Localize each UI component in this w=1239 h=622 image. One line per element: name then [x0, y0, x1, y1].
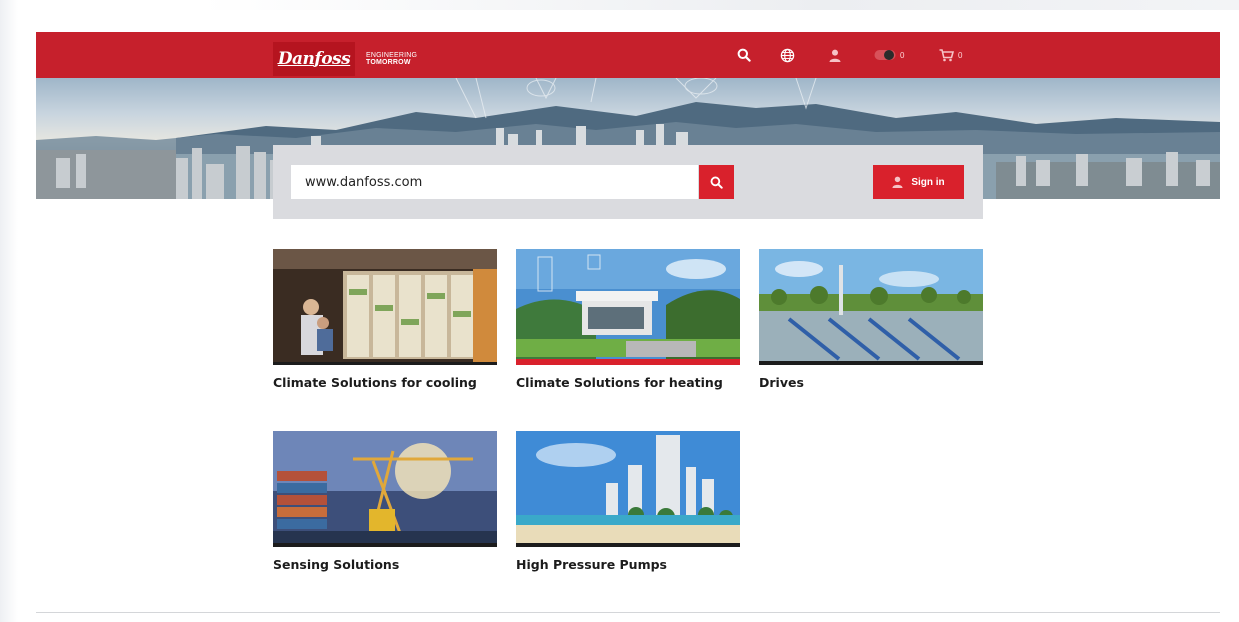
toggle-icon [874, 50, 896, 60]
toggle-switch[interactable]: 0 [874, 46, 904, 64]
search-icon[interactable] [737, 46, 751, 64]
sign-in-label: Sign in [911, 176, 945, 188]
site-header: Danfoss ENGINEERING TOMORROW 0 0 [36, 32, 1220, 78]
toggle-count: 0 [900, 50, 905, 60]
logo-wordmark: Danfoss [277, 49, 351, 69]
card-title-sensing: Sensing Solutions [273, 557, 400, 572]
search-input[interactable] [291, 165, 698, 199]
card-image-sensing [273, 431, 497, 547]
globe-icon[interactable] [780, 46, 795, 64]
card-image-pumps [516, 431, 740, 547]
card-drives[interactable]: Drives [759, 249, 983, 390]
cart-count: 0 [958, 50, 963, 60]
card-title-pumps: High Pressure Pumps [516, 557, 667, 572]
card-title-cooling: Climate Solutions for cooling [273, 375, 477, 390]
card-sensing[interactable]: Sensing Solutions [273, 431, 497, 572]
card-title-heating: Climate Solutions for heating [516, 375, 723, 390]
user-icon[interactable] [829, 46, 841, 64]
danfoss-logo[interactable]: Danfoss [273, 42, 355, 76]
card-high-pressure-pumps[interactable]: High Pressure Pumps [516, 431, 740, 572]
card-image-heating [516, 249, 740, 365]
card-climate-heating[interactable]: Climate Solutions for heating [516, 249, 740, 390]
user-icon [892, 176, 903, 188]
footer-divider [36, 612, 1220, 613]
card-climate-cooling[interactable]: Climate Solutions for cooling [273, 249, 497, 390]
brand-tagline: ENGINEERING TOMORROW [366, 52, 417, 66]
cart-button[interactable]: 0 [939, 46, 962, 64]
page-backdrop-top [200, 0, 1239, 10]
danfoss-site: Danfoss ENGINEERING TOMORROW 0 0 www.dan… [36, 32, 1220, 613]
tagline-top: ENGINEERING [366, 52, 418, 59]
search-icon [710, 176, 723, 189]
search-button[interactable] [699, 165, 734, 199]
card-title-drives: Drives [759, 375, 804, 390]
sign-in-button[interactable]: Sign in [873, 165, 964, 199]
search-panel: Sign in [273, 145, 983, 219]
card-image-drives [759, 249, 983, 365]
page-backdrop-left [0, 0, 18, 622]
tagline-bottom: TOMORROW [366, 59, 411, 66]
card-image-cooling [273, 249, 497, 365]
cart-icon [939, 48, 954, 61]
